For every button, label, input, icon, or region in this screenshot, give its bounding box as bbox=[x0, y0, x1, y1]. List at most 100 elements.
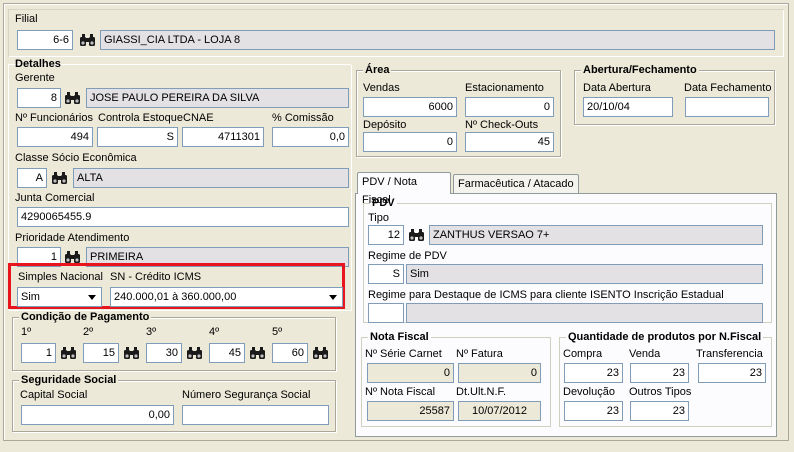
simples-label: Simples Nacional bbox=[18, 271, 103, 283]
abertura-section: Abertura/Fechamento Data Abertura Data F… bbox=[574, 64, 775, 125]
cnae-field[interactable]: 4711301 bbox=[182, 127, 264, 147]
numero-seguranca-field[interactable] bbox=[182, 405, 329, 425]
checkouts-field[interactable]: 45 bbox=[465, 132, 554, 152]
data-fechamento-field[interactable] bbox=[685, 97, 769, 117]
tab-pdv-nota-fiscal[interactable]: PDV / Nota Fiscal bbox=[357, 172, 451, 206]
junta-label: Junta Comercial bbox=[15, 192, 95, 204]
cnae-label: CNAE bbox=[183, 112, 214, 124]
data-abertura-label: Data Abertura bbox=[583, 82, 651, 94]
compra-label: Compra bbox=[563, 348, 603, 360]
binoculars-icon[interactable] bbox=[60, 344, 77, 362]
pagamento-label-2: 2º bbox=[83, 326, 94, 338]
venda-field[interactable]: 23 bbox=[630, 363, 689, 383]
transferencia-field[interactable]: 23 bbox=[698, 363, 766, 383]
regime-pdv-label: Regime de PDV bbox=[368, 250, 447, 262]
nota-fiscal-section: Nota Fiscal Nº Série Carnet Nº Fatura 0 … bbox=[361, 331, 551, 427]
area-title: Área bbox=[363, 64, 392, 77]
simples-select[interactable]: Sim bbox=[17, 287, 102, 307]
checkouts-label: Nº Check-Outs bbox=[465, 119, 539, 131]
pagamento-title: Condição de Pagamento bbox=[19, 311, 152, 324]
seguridade-section: Seguridade Social Capital Social Número … bbox=[12, 374, 336, 432]
gerente-code-field[interactable]: 8 bbox=[17, 88, 61, 108]
regime-pdv-name-field: Sim bbox=[406, 264, 763, 284]
sn-credito-select[interactable]: 240.000,01 à 360.000,00 bbox=[110, 287, 343, 307]
tipo-name-field: ZANTHUS VERSAO 7+ bbox=[429, 225, 763, 245]
quantidade-section: Quantidade de produtos por N.Fiscal Comp… bbox=[559, 331, 772, 427]
junta-field[interactable]: 4290065455.9 bbox=[17, 207, 349, 227]
pagamento-field-4[interactable]: 45 bbox=[209, 343, 245, 363]
prioridade-label: Prioridade Atendimento bbox=[15, 232, 130, 244]
regime-icms-label: Regime para Destaque de ICMS para client… bbox=[368, 289, 724, 301]
pagamento-label-3: 3º bbox=[146, 326, 157, 338]
controla-estoque-field[interactable]: S bbox=[97, 127, 178, 147]
classe-name-field: ALTA bbox=[73, 168, 349, 188]
binoculars-icon[interactable] bbox=[312, 344, 329, 362]
simples-select-value: Sim bbox=[21, 291, 40, 303]
venda-label: Venda bbox=[629, 348, 661, 360]
area-section: Área Vendas Estacionamento 6000 0 Depósi… bbox=[356, 64, 561, 157]
abertura-title: Abertura/Fechamento bbox=[581, 64, 699, 77]
vendas-field[interactable]: 6000 bbox=[363, 97, 457, 117]
pagamento-label-1: 1º bbox=[21, 326, 32, 338]
tab-farmaceutica-atacado[interactable]: Farmacêutica / Atacado bbox=[453, 174, 579, 194]
pagamento-section: Condição de Pagamento 1º 2º 3º 4º 5º 1 1… bbox=[12, 311, 336, 371]
tipo-label: Tipo bbox=[368, 212, 389, 224]
binoculars-icon[interactable] bbox=[249, 344, 266, 362]
serie-carnet-field: 0 bbox=[367, 363, 454, 383]
fatura-label: Nº Fatura bbox=[456, 348, 503, 360]
regime-pdv-code-field[interactable]: S bbox=[368, 264, 404, 284]
detalhes-title: Detalhes bbox=[15, 58, 61, 70]
estacionamento-label: Estacionamento bbox=[465, 82, 544, 94]
seguridade-title: Seguridade Social bbox=[19, 374, 119, 387]
comissao-field[interactable]: 0,0 bbox=[272, 127, 349, 147]
binoculars-icon[interactable] bbox=[64, 89, 81, 107]
filial-name-field: GIASSI_CIA LTDA - LOJA 8 bbox=[100, 30, 775, 50]
binoculars-icon[interactable] bbox=[123, 344, 140, 362]
regime-icms-name-field bbox=[406, 303, 763, 323]
chevron-down-icon[interactable] bbox=[84, 289, 100, 305]
devolucao-label: Devolução bbox=[563, 386, 615, 398]
detalhes-section: Detalhes Gerente 8 JOSE PAULO PEREIRA DA… bbox=[8, 58, 351, 310]
regime-icms-code-field[interactable] bbox=[368, 303, 404, 323]
nota-fiscal-title: Nota Fiscal bbox=[368, 331, 431, 344]
outros-tipos-field[interactable]: 23 bbox=[630, 401, 689, 421]
pagamento-label-5: 5º bbox=[272, 326, 283, 338]
tipo-code-field[interactable]: 12 bbox=[368, 225, 404, 245]
capital-label: Capital Social bbox=[20, 389, 88, 401]
filial-code-field[interactable]: 6-6 bbox=[17, 30, 73, 50]
compra-field[interactable]: 23 bbox=[564, 363, 623, 383]
pagamento-label-4: 4º bbox=[209, 326, 220, 338]
gerente-name-field: JOSE PAULO PEREIRA DA SILVA bbox=[86, 88, 349, 108]
pagamento-field-5[interactable]: 60 bbox=[272, 343, 308, 363]
binoculars-icon[interactable] bbox=[408, 226, 425, 244]
classe-code-field[interactable]: A bbox=[17, 168, 47, 188]
estacionamento-field[interactable]: 0 bbox=[465, 97, 554, 117]
numero-nota-label: Nº Nota Fiscal bbox=[365, 386, 436, 398]
fatura-field: 0 bbox=[458, 363, 541, 383]
data-abertura-field[interactable]: 20/10/04 bbox=[583, 97, 673, 117]
data-fechamento-label: Data Fechamento bbox=[684, 82, 772, 94]
dt-ult-nf-field: 10/07/2012 bbox=[458, 401, 541, 421]
pagamento-field-2[interactable]: 15 bbox=[83, 343, 119, 363]
controla-estoque-label: Controla Estoque bbox=[98, 112, 183, 124]
funcionarios-field[interactable]: 494 bbox=[17, 127, 93, 147]
chevron-down-icon[interactable] bbox=[325, 289, 341, 305]
devolucao-field[interactable]: 23 bbox=[564, 401, 623, 421]
pagamento-field-1[interactable]: 1 bbox=[21, 343, 56, 363]
pagamento-field-3[interactable]: 30 bbox=[146, 343, 182, 363]
binoculars-icon[interactable] bbox=[51, 169, 68, 187]
transferencia-label: Transferencia bbox=[696, 348, 763, 360]
capital-field[interactable]: 0,00 bbox=[21, 405, 174, 425]
filial-label: Filial bbox=[15, 13, 38, 25]
vendas-label: Vendas bbox=[363, 82, 400, 94]
quantidade-title: Quantidade de produtos por N.Fiscal bbox=[566, 331, 764, 344]
serie-carnet-label: Nº Série Carnet bbox=[365, 348, 442, 360]
comissao-label: % Comissão bbox=[272, 112, 334, 124]
binoculars-icon[interactable] bbox=[79, 31, 96, 49]
binoculars-icon[interactable] bbox=[186, 344, 203, 362]
dt-ult-nf-label: Dt.Ult.N.F. bbox=[456, 386, 507, 398]
deposito-label: Depósito bbox=[363, 119, 407, 131]
tab-panel: PDV Tipo 12 ZANTHUS VERSAO 7+ Regime de … bbox=[355, 193, 777, 437]
filial-section: Filial 6-6 GIASSI_CIA LTDA - LOJA 8 bbox=[8, 9, 784, 57]
deposito-field[interactable]: 0 bbox=[363, 132, 457, 152]
